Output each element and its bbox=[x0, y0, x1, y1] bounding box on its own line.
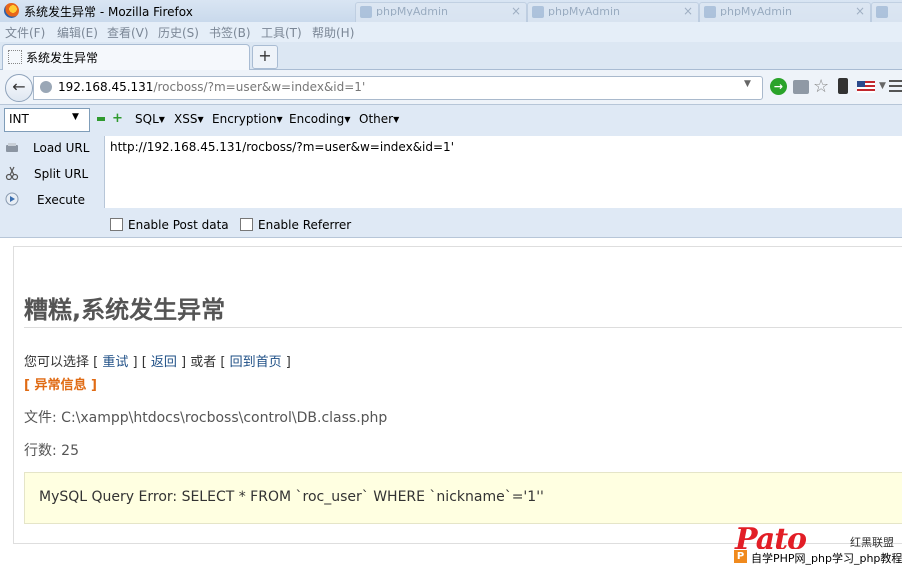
load-url-icon[interactable] bbox=[5, 141, 19, 155]
close-icon[interactable]: × bbox=[683, 4, 693, 18]
enable-referrer-checkbox[interactable] bbox=[240, 218, 253, 231]
back-button[interactable]: ← bbox=[5, 74, 33, 102]
load-url-button[interactable]: Load URL bbox=[33, 141, 89, 155]
tab-favicon-icon bbox=[704, 6, 716, 18]
hackbar-menu-label: Other bbox=[359, 112, 394, 126]
new-tab-button[interactable]: + bbox=[252, 45, 278, 69]
url-path: /rocboss/?m=user&w=index&id=1' bbox=[153, 80, 366, 94]
separator: ] bbox=[281, 355, 291, 370]
tab-favicon-icon bbox=[532, 6, 544, 18]
error-line-number: 行数: 25 bbox=[24, 443, 79, 459]
mobile-icon[interactable] bbox=[838, 78, 848, 94]
url-dropdown-icon[interactable]: ▼ bbox=[744, 79, 751, 89]
caret-down-icon: ▼ bbox=[344, 115, 351, 124]
hackbar-menu-other[interactable]: Other▼ bbox=[359, 112, 399, 126]
hackbar-menu-encoding[interactable]: Encoding▼ bbox=[289, 112, 350, 126]
hackbar-type-value: INT bbox=[9, 112, 29, 126]
firefox-logo-icon bbox=[4, 3, 19, 18]
hackbar-menu-xss[interactable]: XSS▼ bbox=[174, 112, 204, 126]
tab-active-label: 系统发生异常 bbox=[26, 51, 99, 65]
tab-favicon-icon bbox=[876, 6, 888, 18]
page-title: 糟糕,系统发生异常 bbox=[24, 296, 226, 324]
enable-referrer-label: Enable Referrer bbox=[258, 218, 352, 232]
watermark-bottom-text: 自学PHP网_php学习_php教程 bbox=[751, 552, 902, 565]
separator: ] [ bbox=[128, 355, 151, 370]
close-icon[interactable]: × bbox=[511, 4, 521, 18]
menu-view[interactable]: 查看(V) bbox=[107, 24, 149, 41]
bookmark-star-icon[interactable]: ☆ bbox=[813, 76, 829, 97]
caret-down-icon: ▼ bbox=[158, 115, 165, 124]
background-tab[interactable]: phpMyAdmin × bbox=[527, 2, 699, 22]
play-icon[interactable] bbox=[5, 192, 19, 206]
minus-icon[interactable] bbox=[97, 117, 105, 121]
back-link[interactable]: 返回 bbox=[151, 355, 177, 370]
flag-dropdown-icon[interactable]: ▼ bbox=[879, 81, 886, 91]
menu-edit[interactable]: 编辑(E) bbox=[57, 24, 98, 41]
hackbar-menu-label: SQL bbox=[135, 112, 159, 126]
background-tab[interactable]: phpMyAdmin × bbox=[355, 2, 527, 22]
options-prefix: 您可以选择 [ bbox=[24, 355, 103, 370]
hackbar-menu-label: Encryption bbox=[212, 112, 277, 126]
menu-file[interactable]: 文件(F) bbox=[5, 24, 45, 41]
hackbar-menu-sql[interactable]: SQL▼ bbox=[135, 112, 165, 126]
hackbar-menu-encryption[interactable]: Encryption▼ bbox=[212, 112, 283, 126]
watermark-top-text: 红黑联盟 bbox=[850, 536, 894, 549]
url-host: 192.168.45.131 bbox=[58, 80, 154, 94]
url-text[interactable]: 192.168.45.131/rocboss/?m=user&w=index&i… bbox=[58, 80, 365, 94]
close-icon[interactable]: × bbox=[855, 4, 865, 18]
globe-icon[interactable] bbox=[40, 81, 52, 93]
plus-icon[interactable]: + bbox=[112, 112, 123, 125]
menu-history[interactable]: 历史(S) bbox=[158, 24, 199, 41]
retry-link[interactable]: 重试 bbox=[102, 355, 128, 370]
window-title: 系统发生异常 - Mozilla Firefox bbox=[24, 5, 193, 19]
execute-button[interactable]: Execute bbox=[37, 193, 85, 207]
tab-favicon-icon bbox=[8, 50, 22, 64]
background-tab[interactable]: phpMyAdmin × bbox=[699, 2, 871, 22]
caret-down-icon: ▼ bbox=[276, 115, 283, 124]
background-tab[interactable] bbox=[871, 2, 902, 22]
error-file: 文件: C:\xampp\htdocs\rocboss\control\DB.c… bbox=[24, 410, 388, 426]
background-tab-label: phpMyAdmin bbox=[376, 5, 448, 16]
menu-bookmarks[interactable]: 书签(B) bbox=[209, 24, 251, 41]
background-tab-label: phpMyAdmin bbox=[720, 5, 792, 16]
menu-help[interactable]: 帮助(H) bbox=[312, 24, 354, 41]
hamburger-menu-icon[interactable] bbox=[889, 80, 902, 94]
hackbar-menu-label: Encoding bbox=[289, 112, 345, 126]
hackbar-url-value: http://192.168.45.131/rocboss/?m=user&w=… bbox=[110, 140, 454, 154]
separator: ] 或者 [ bbox=[176, 355, 230, 370]
flag-canton bbox=[857, 81, 865, 87]
hackbar-menu-label: XSS bbox=[174, 112, 198, 126]
caret-down-icon: ▼ bbox=[393, 115, 400, 124]
sql-error-message: MySQL Query Error: SELECT * FROM `roc_us… bbox=[39, 489, 544, 505]
chevron-down-icon[interactable]: ▼ bbox=[72, 112, 79, 122]
options-line: 您可以选择 [ 重试 ] [ 返回 ] 或者 [ 回到首页 ] bbox=[24, 351, 291, 370]
caret-down-icon: ▼ bbox=[197, 115, 204, 124]
exception-info-heading: [ 异常信息 ] bbox=[24, 378, 97, 393]
server-icon[interactable] bbox=[793, 80, 809, 94]
watermark-badge-icon: P bbox=[734, 550, 747, 563]
enable-post-label: Enable Post data bbox=[128, 218, 229, 232]
home-link[interactable]: 回到首页 bbox=[230, 355, 282, 370]
title-divider bbox=[24, 327, 902, 328]
go-icon[interactable]: → bbox=[770, 78, 787, 95]
split-url-button[interactable]: Split URL bbox=[34, 167, 88, 181]
menu-tools[interactable]: 工具(T) bbox=[261, 24, 302, 41]
scissors-icon[interactable] bbox=[5, 166, 19, 180]
tab-favicon-icon bbox=[360, 6, 372, 18]
background-tab-label: phpMyAdmin bbox=[548, 5, 620, 16]
enable-post-checkbox[interactable] bbox=[110, 218, 123, 231]
